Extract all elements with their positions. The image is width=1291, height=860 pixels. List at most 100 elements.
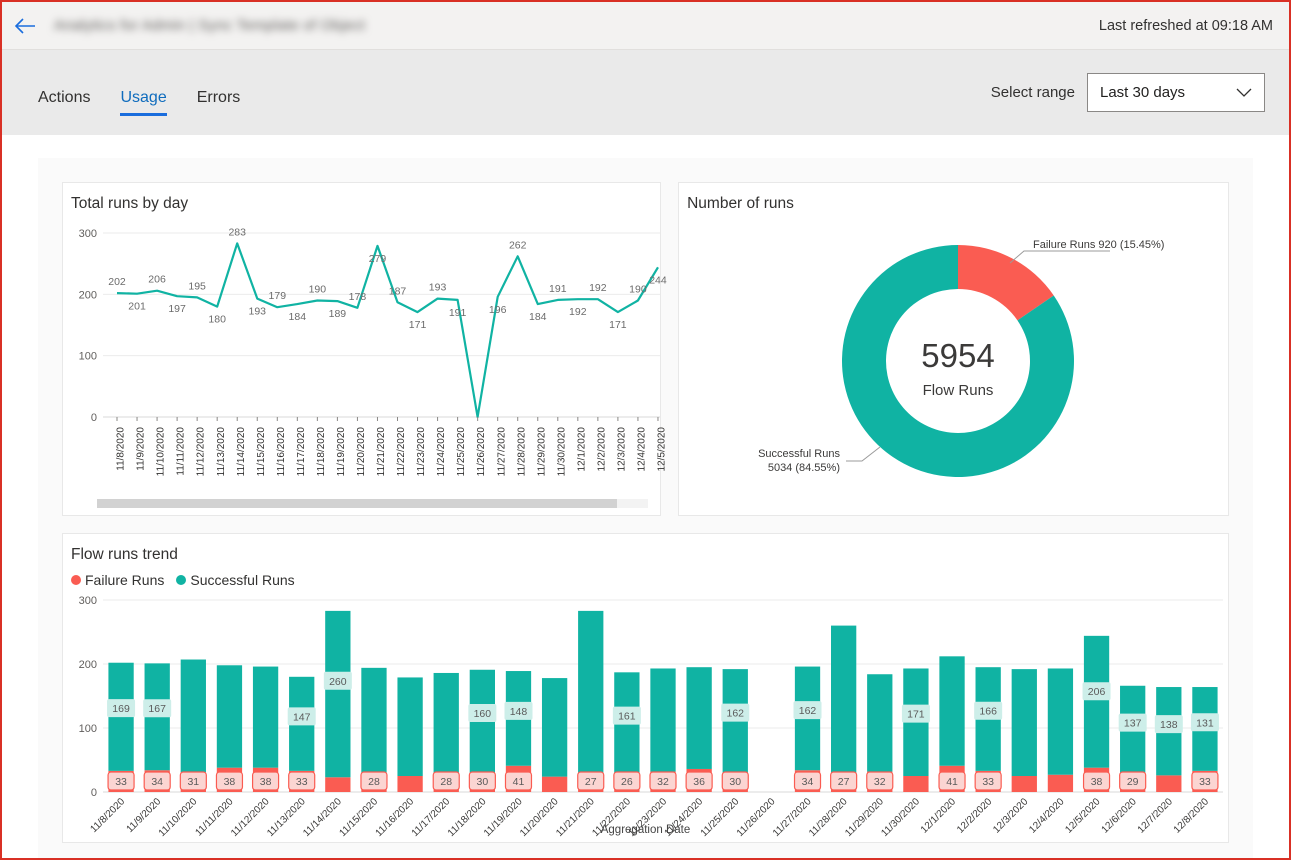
svg-text:33: 33 (115, 776, 127, 788)
line-chart-scrollbar-track[interactable] (97, 499, 648, 508)
svg-text:30: 30 (477, 776, 489, 788)
svg-text:11/22/2020: 11/22/2020 (396, 427, 407, 477)
svg-text:38: 38 (260, 776, 272, 788)
svg-text:191: 191 (449, 307, 467, 319)
svg-text:184: 184 (289, 311, 307, 323)
svg-text:187: 187 (389, 285, 407, 297)
svg-text:33: 33 (296, 776, 308, 788)
svg-text:28: 28 (368, 776, 380, 788)
card-flow-runs-trend: Flow runs trend Failure Runs Successful … (62, 533, 1229, 843)
svg-text:200: 200 (79, 289, 97, 301)
svg-text:180: 180 (208, 314, 226, 326)
svg-text:41: 41 (513, 776, 525, 788)
svg-text:38: 38 (224, 776, 236, 788)
last-refreshed-label: Last refreshed at 09:18 AM (1098, 17, 1273, 34)
svg-text:193: 193 (429, 282, 447, 294)
legend-swatch-failure (71, 575, 81, 585)
back-button[interactable] (2, 3, 48, 49)
svg-text:131: 131 (1196, 717, 1214, 729)
svg-text:30: 30 (729, 776, 741, 788)
svg-text:147: 147 (293, 711, 311, 723)
svg-text:11/10/2020: 11/10/2020 (156, 427, 167, 477)
svg-text:162: 162 (799, 705, 817, 717)
svg-text:11/12/2020: 11/12/2020 (196, 427, 207, 477)
bar-chart-legend: Failure Runs Successful Runs (63, 564, 1228, 588)
svg-text:12/3/2020: 12/3/2020 (617, 427, 628, 472)
svg-text:148: 148 (510, 706, 528, 718)
line-chart-scrollbar-thumb[interactable] (97, 499, 617, 508)
bar-chart-plot: 01002003003316911/8/20203416711/9/202031… (79, 595, 1223, 837)
arrow-left-icon (14, 17, 35, 34)
select-range-label: Select range (990, 84, 1075, 101)
svg-text:171: 171 (609, 319, 627, 331)
legend-label-successful: Successful Runs (190, 572, 295, 588)
card-total-runs-by-day: Total runs by day 0 100 200 300 202 201 206 197… (62, 182, 668, 516)
svg-text:300: 300 (79, 595, 97, 607)
svg-text:11/9/2020: 11/9/2020 (136, 427, 147, 471)
svg-text:202: 202 (108, 276, 126, 288)
svg-text:160: 160 (474, 708, 492, 720)
svg-text:169: 169 (112, 703, 130, 715)
svg-text:34: 34 (151, 776, 163, 788)
svg-text:196: 196 (489, 304, 507, 316)
svg-text:192: 192 (589, 282, 607, 294)
svg-text:100: 100 (79, 723, 97, 735)
donut-chart-plot: 5954 Flow Runs Failure Runs 920 (15.45%) Su… (758, 239, 1165, 477)
line-chart-plot: 0 100 200 300 202 201 206 197 195 180 283 193 179 184… (63, 217, 672, 487)
svg-text:262: 262 (509, 239, 527, 251)
line-chart-title: Total runs by day (71, 195, 189, 212)
svg-text:279: 279 (369, 253, 387, 265)
svg-text:171: 171 (907, 709, 925, 721)
svg-text:11/21/2020: 11/21/2020 (376, 427, 387, 477)
svg-text:100: 100 (79, 351, 97, 363)
tab-strip: Actions Usage Errors Select range Last 3… (2, 50, 1289, 135)
svg-text:191: 191 (549, 283, 567, 295)
svg-text:27: 27 (838, 776, 850, 788)
svg-text:166: 166 (979, 706, 997, 718)
card-number-of-runs: Number of runs 5954 Flow Runs Failure Runs… (678, 182, 1229, 516)
svg-text:260: 260 (329, 676, 347, 688)
svg-text:244: 244 (649, 274, 667, 286)
svg-text:33: 33 (982, 776, 994, 788)
legend-item-failure-runs[interactable]: Failure Runs (71, 572, 164, 588)
svg-text:Flow Runs: Flow Runs (923, 382, 994, 399)
svg-text:34: 34 (802, 776, 814, 788)
chevron-down-icon (1236, 88, 1252, 97)
tab-usage[interactable]: Usage (120, 89, 167, 120)
range-dropdown-value: Last 30 days (1100, 84, 1186, 101)
legend-item-successful-runs[interactable]: Successful Runs (176, 572, 295, 588)
donut-chart-title: Number of runs (687, 195, 794, 212)
svg-text:36: 36 (693, 776, 705, 788)
svg-text:12/1/2020: 12/1/2020 (576, 427, 587, 472)
svg-text:179: 179 (269, 290, 287, 302)
svg-text:5954: 5954 (921, 337, 994, 374)
svg-text:11/30/2020: 11/30/2020 (556, 427, 567, 477)
svg-text:38: 38 (1091, 776, 1103, 788)
svg-text:Failure Runs 920 (15.45%): Failure Runs 920 (15.45%) (1033, 239, 1164, 251)
tab-list: Actions Usage Errors (2, 50, 270, 135)
range-dropdown[interactable]: Last 30 days (1087, 73, 1265, 112)
svg-text:29: 29 (1127, 776, 1139, 788)
svg-text:189: 189 (329, 308, 347, 320)
svg-text:190: 190 (309, 283, 327, 295)
svg-text:178: 178 (349, 291, 367, 303)
svg-text:32: 32 (874, 776, 886, 788)
tab-errors[interactable]: Errors (197, 89, 241, 120)
svg-text:137: 137 (1124, 718, 1142, 730)
svg-text:200: 200 (79, 659, 97, 671)
bar-chart-x-axis-title: Aggregation Date (600, 824, 691, 836)
svg-text:27: 27 (585, 776, 597, 788)
bar-chart-title: Flow runs trend (71, 546, 178, 563)
svg-text:190: 190 (629, 283, 647, 295)
top-header-bar: Analytics for Admin | Sync Template of O… (2, 2, 1289, 50)
svg-text:11/13/2020: 11/13/2020 (216, 427, 227, 477)
svg-text:11/19/2020: 11/19/2020 (336, 427, 347, 477)
svg-text:283: 283 (228, 226, 246, 238)
svg-text:11/14/2020: 11/14/2020 (236, 427, 247, 477)
analytics-page: Analytics for Admin | Sync Template of O… (0, 0, 1291, 860)
svg-text:11/23/2020: 11/23/2020 (416, 427, 427, 477)
svg-text:162: 162 (726, 708, 744, 720)
svg-text:184: 184 (529, 311, 547, 323)
tab-actions[interactable]: Actions (38, 89, 90, 120)
svg-text:28: 28 (440, 776, 452, 788)
